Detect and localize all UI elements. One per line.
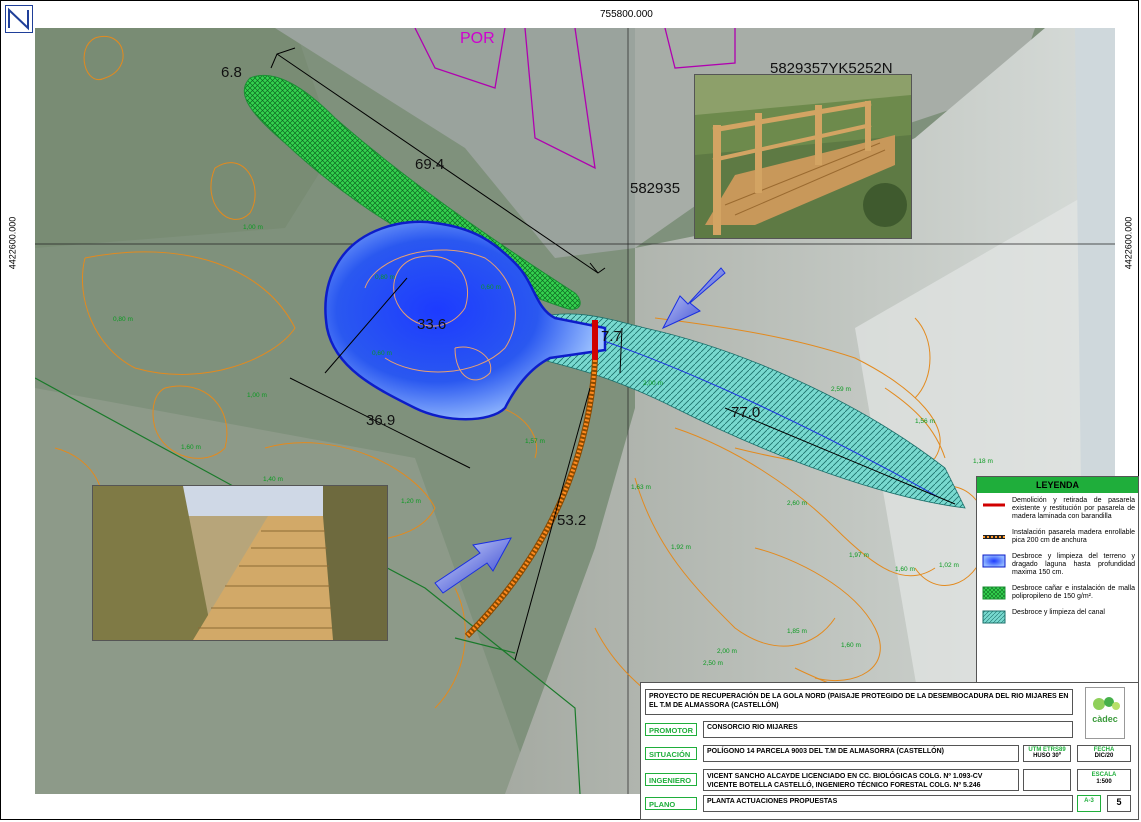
escala-label: ESCALA bbox=[1091, 772, 1117, 778]
legend-item: Demolición y retirada de pasarela existe… bbox=[977, 493, 1138, 525]
spot-height: 1,63 m bbox=[631, 484, 651, 491]
boardwalk-photo bbox=[92, 485, 388, 641]
cadec-logo: càdec bbox=[1085, 687, 1125, 739]
measure-69-4: 69.4 bbox=[415, 156, 445, 173]
northing-left-label: 4422600.000 bbox=[7, 216, 18, 270]
legend-item-text: Desbroce y limpieza del canal bbox=[1012, 609, 1105, 616]
map-drawing bbox=[35, 28, 1115, 794]
spot-height: 2,50 m bbox=[703, 660, 723, 667]
north-arrow-icon bbox=[5, 5, 33, 33]
fecha-value: DIC/20 bbox=[1094, 753, 1114, 759]
spot-height: 1,18 m bbox=[973, 458, 993, 465]
spot-height: 1,00 m bbox=[247, 392, 267, 399]
plano-value: PLANTA ACTUACIONES PROPUESTAS bbox=[703, 795, 1073, 812]
legend-item-text: Desbroce y limpieza del terreno y dragad… bbox=[1012, 553, 1135, 576]
ingeniero-label: INGENIERO bbox=[645, 773, 697, 786]
utm-box: UTM ETRS89 HUSO 30º bbox=[1023, 745, 1071, 762]
spot-height: 1,20 m bbox=[401, 498, 421, 505]
spot-height: 1,85 m bbox=[787, 628, 807, 635]
parcel-ref-2: 582935 bbox=[630, 180, 681, 197]
legend-item-text: Instalación pasarela madera enrollable p… bbox=[1012, 529, 1135, 544]
boardwalk-line-icon bbox=[983, 535, 1005, 539]
legend-item-text: Demolición y retirada de pasarela existe… bbox=[1012, 497, 1135, 520]
escala-value: 1:500 bbox=[1096, 779, 1112, 785]
promotor-value: CONSORCIO RIO MIJARES bbox=[703, 721, 1073, 738]
spot-height: 2,00 m bbox=[717, 648, 737, 655]
spot-height: 1,00 m bbox=[243, 224, 263, 231]
sheet-size: A-3 bbox=[1077, 795, 1101, 812]
project-title: PROYECTO DE RECUPERACIÓN DE LA GOLA NORD… bbox=[645, 689, 1073, 715]
legend-item: Desbroce y limpieza del canal bbox=[977, 605, 1138, 628]
spot-height: 1,60 m bbox=[895, 566, 915, 573]
spot-height: 1,56 m bbox=[915, 418, 935, 425]
measure-77-0: 77.0 bbox=[731, 404, 761, 421]
escala-box: ESCALA 1:500 bbox=[1077, 769, 1131, 791]
bridge-photo bbox=[694, 74, 912, 239]
measure-7-7: 7.7 bbox=[601, 328, 622, 345]
spot-height: 1,97 m bbox=[849, 552, 869, 559]
sheet-number: 5 bbox=[1107, 795, 1131, 812]
legend-item: Desbroce cañar e instalación de malla po… bbox=[977, 581, 1138, 605]
blue-fill-icon bbox=[982, 554, 1006, 568]
situacion-value: POLÍGONO 14 PARCELA 9003 DEL T.M DE ALMA… bbox=[703, 745, 1019, 762]
green-hatch-icon bbox=[982, 586, 1006, 600]
spot-height: 1,60 m bbox=[841, 642, 861, 649]
spot-height: 1,40 m bbox=[263, 476, 283, 483]
blank-box bbox=[1023, 769, 1071, 791]
spot-height: 2,59 m bbox=[831, 386, 851, 393]
legend-title: LEYENDA bbox=[977, 477, 1138, 493]
ingeniero-value: VICENT SANCHO ALCAYDE LICENCIADO EN CC. … bbox=[703, 769, 1019, 791]
cadec-logo-text: càdec bbox=[1092, 714, 1118, 724]
legend-item-text: Desbroce cañar e instalación de malla po… bbox=[1012, 585, 1135, 600]
measure-33-6: 33.6 bbox=[417, 316, 447, 333]
easting-label: 755800.000 bbox=[600, 9, 653, 20]
spot-height: 1,57 m bbox=[525, 438, 545, 445]
spot-height: 2,60 m bbox=[787, 500, 807, 507]
utm-value: HUSO 30º bbox=[1033, 753, 1061, 759]
promotor-label: PROMOTOR bbox=[645, 723, 697, 736]
measure-6-8: 6.8 bbox=[221, 64, 242, 81]
spot-height: 0,80 m bbox=[113, 316, 133, 323]
teal-hatch-icon bbox=[982, 610, 1006, 624]
plano-label: PLANO bbox=[645, 797, 697, 810]
aerial-map[interactable]: POR 5829357YK5252N 582935 6.8 69.4 33.6 … bbox=[35, 28, 1115, 794]
spot-height: 0,60 m bbox=[372, 350, 392, 357]
measure-36-9: 36.9 bbox=[366, 412, 396, 429]
legend-panel: LEYENDA Demolición y retirada de pasarel… bbox=[976, 476, 1139, 683]
por-label: POR bbox=[460, 30, 495, 47]
title-block: PROYECTO DE RECUPERACIÓN DE LA GOLA NORD… bbox=[640, 682, 1139, 820]
situacion-label: SITUACIÓN bbox=[645, 747, 697, 760]
spot-height: 2,00 m bbox=[643, 380, 663, 387]
spot-height: 1,92 m bbox=[671, 544, 691, 551]
spot-height: 0,80 m bbox=[375, 274, 395, 281]
spot-height: 0,60 m bbox=[481, 284, 501, 291]
spot-height: 1,02 m bbox=[939, 562, 959, 569]
fecha-box: FECHA DIC/20 bbox=[1077, 745, 1131, 762]
ingeniero-line-2: VICENTE BOTELLA CASTELLÓ, INGENIERO TÉCN… bbox=[707, 782, 981, 789]
ingeniero-line-1: VICENT SANCHO ALCAYDE LICENCIADO EN CC. … bbox=[707, 773, 983, 780]
northing-right-label: 4422600.000 bbox=[1123, 216, 1134, 270]
legend-item: Instalación pasarela madera enrollable p… bbox=[977, 525, 1138, 549]
spot-height: 1,60 m bbox=[181, 444, 201, 451]
legend-item: Desbroce y limpieza del terreno y dragad… bbox=[977, 549, 1138, 581]
measure-53-2: 53.2 bbox=[557, 512, 587, 529]
red-line-icon bbox=[983, 503, 1005, 507]
